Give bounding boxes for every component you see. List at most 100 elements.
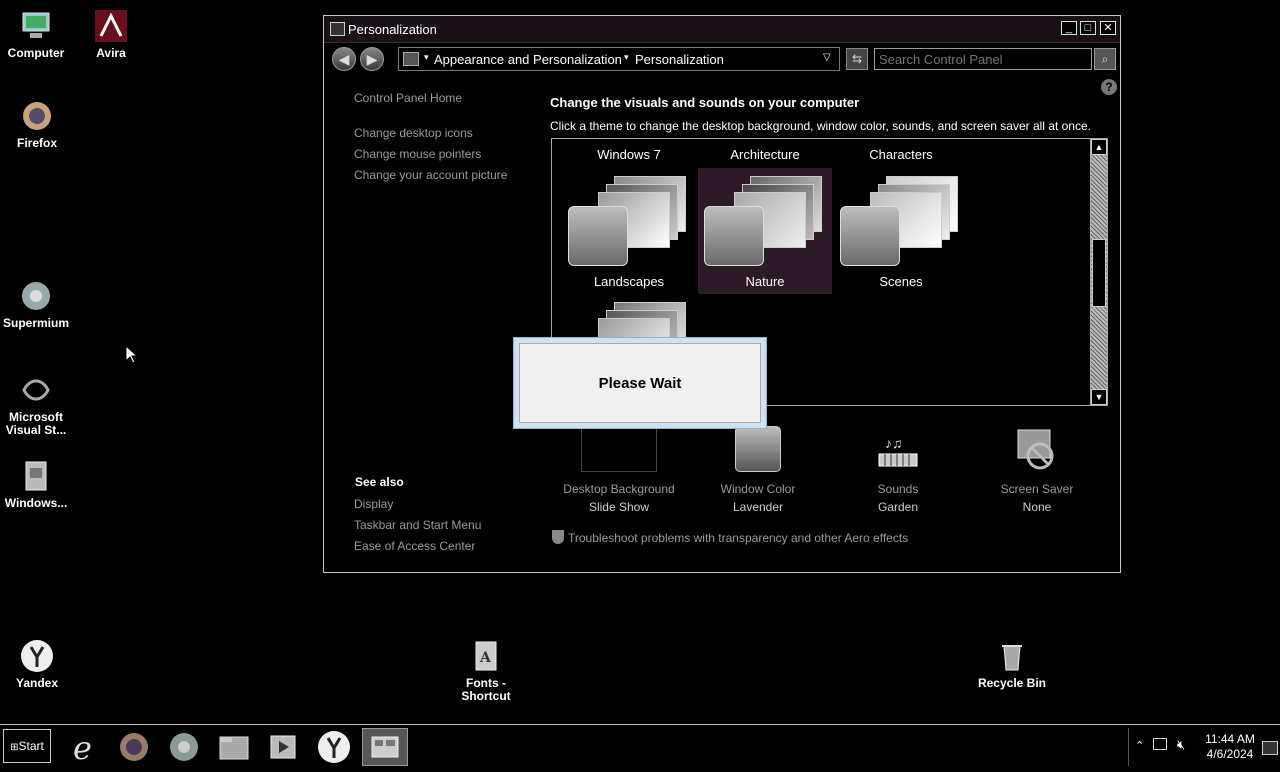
customize-title: Screen Saver [1000, 482, 1074, 496]
avira-icon [93, 8, 129, 44]
search-icon[interactable]: ⌕ [1094, 48, 1116, 70]
taskbar-firefox[interactable] [115, 728, 153, 766]
change-mouse-pointers-link[interactable]: Change mouse pointers [354, 147, 481, 161]
theme-landscapes[interactable]: Landscapes [562, 168, 696, 294]
close-button[interactable]: ✕ [1100, 21, 1116, 35]
please-wait-text: Please Wait [519, 343, 761, 423]
theme-name: Landscapes [593, 274, 665, 289]
sounds-button[interactable]: ♪♫ Sounds Garden [838, 426, 958, 516]
desktop-icon-fonts-shortcut[interactable]: A Fonts - Shortcut [448, 638, 524, 703]
taskbar-media-player[interactable] [264, 728, 302, 766]
control-panel-app-icon [330, 22, 345, 36]
taskbar-supermium[interactable] [165, 728, 203, 766]
fonts-folder-icon: A [468, 638, 504, 674]
address-row: ◀ ▶ ▾ Appearance and Personalization ▾ P… [324, 43, 1120, 75]
ease-of-access-link[interactable]: Ease of Access Center [354, 539, 475, 553]
theme-group-characters[interactable]: Characters [841, 147, 961, 162]
show-desktop-button[interactable] [1262, 741, 1278, 755]
sounds-icon: ♪♫ [875, 426, 921, 472]
network-icon[interactable] [1153, 738, 1167, 750]
breadcrumb-personalization[interactable]: Personalization [635, 52, 724, 67]
desktop-icon-label: Firefox [16, 136, 57, 150]
desktop-background-button[interactable]: Desktop Background Slide Show [559, 426, 679, 516]
windows-logo-icon: ⊞ [10, 742, 19, 753]
please-wait-dialog: Please Wait [513, 337, 767, 429]
forward-button[interactable]: ▶ [360, 47, 384, 71]
customize-value: Garden [877, 500, 919, 514]
taskbar-file-explorer[interactable] [215, 728, 253, 766]
control-panel-icon [371, 736, 399, 758]
refresh-button[interactable]: ⇆ [846, 48, 868, 70]
show-hidden-icons-icon[interactable]: ⌃ [1135, 739, 1144, 752]
taskbar-internet-explorer[interactable]: e [66, 728, 104, 767]
file-explorer-icon [219, 736, 249, 760]
change-account-picture-link[interactable]: Change your account picture [354, 168, 507, 182]
window-titlebar[interactable]: Personalization _ □ ✕ [324, 16, 1120, 43]
scroll-down-icon[interactable]: ▼ [1091, 389, 1107, 405]
customize-value: Slide Show [588, 500, 650, 514]
back-button[interactable]: ◀ [332, 47, 356, 71]
control-panel-icon [403, 52, 419, 66]
supermium-icon [170, 733, 198, 761]
media-player-icon [270, 735, 296, 759]
start-button[interactable]: ⊞Start [3, 729, 51, 763]
scroll-up-icon[interactable]: ▲ [1091, 139, 1107, 155]
clock-time: 11:44 AM [1205, 732, 1255, 746]
desktop-icon-label: Recycle Bin [977, 676, 1047, 690]
page-heading: Change the visuals and sounds on your co… [550, 95, 860, 110]
firefox-icon [19, 98, 55, 134]
computer-icon [18, 8, 54, 44]
screen-saver-button[interactable]: Screen Saver None [977, 426, 1097, 516]
display-link[interactable]: Display [354, 497, 393, 511]
control-panel-home-link[interactable]: Control Panel Home [354, 91, 462, 105]
breadcrumb-separator-icon: ▾ [624, 52, 629, 62]
desktop-icon-windows[interactable]: Windows... [0, 458, 74, 510]
customize-value: Lavender [732, 500, 784, 514]
breadcrumb-appearance[interactable]: Appearance and Personalization [434, 52, 622, 67]
theme-scenes[interactable]: Scenes [834, 168, 968, 294]
minimize-button[interactable]: _ [1061, 21, 1077, 35]
customize-title: Window Color [720, 482, 796, 496]
window-color-button[interactable]: Window Color Lavender [698, 426, 818, 516]
firefox-icon [120, 733, 148, 761]
customize-title: Desktop Background [563, 482, 675, 496]
desktop-icon-label: Yandex [15, 676, 59, 690]
clock-date: 4/6/2024 [1206, 747, 1254, 761]
clock[interactable]: 11:44 AM 4/6/2024 [1199, 732, 1261, 762]
theme-nature[interactable]: Nature [698, 168, 832, 294]
search-input[interactable] [874, 48, 1092, 70]
desktop-icon-firefox[interactable]: Firefox [0, 98, 75, 150]
desktop-icon-yandex[interactable]: Yandex [0, 638, 75, 690]
change-desktop-icons-link[interactable]: Change desktop icons [354, 126, 473, 140]
address-bar[interactable]: ▾ Appearance and Personalization ▾ Perso… [398, 47, 840, 71]
shield-icon [552, 530, 564, 544]
window-title: Personalization [348, 22, 437, 37]
volume-muted-icon[interactable]: 🔇︎ [1177, 737, 1185, 753]
mouse-cursor-icon [125, 345, 137, 364]
theme-group-windows7[interactable]: Windows 7 [569, 147, 689, 162]
scroll-thumb[interactable] [1092, 239, 1106, 307]
supermium-icon [18, 278, 54, 314]
desktop-icon-recycle-bin[interactable]: Recycle Bin [974, 638, 1050, 690]
address-dropdown-icon[interactable]: ▽ [823, 52, 831, 63]
theme-color-swatch [568, 206, 628, 266]
taskbar-control-panel[interactable] [362, 728, 408, 766]
desktop-icon-supermium[interactable]: Supermium [0, 278, 74, 330]
theme-list-scrollbar[interactable]: ▲ ▼ [1090, 139, 1107, 405]
maximize-button[interactable]: □ [1080, 21, 1096, 35]
recycle-bin-icon [994, 638, 1030, 674]
desktop-icon-label: Supermium [2, 316, 69, 330]
theme-group-architecture[interactable]: Architecture [705, 147, 825, 162]
taskbar-start-menu-link[interactable]: Taskbar and Start Menu [354, 518, 481, 532]
desktop-icon-avira[interactable]: Avira [73, 8, 149, 60]
internet-explorer-icon: e [73, 729, 92, 767]
theme-name: Scenes [879, 274, 923, 289]
taskbar-yandex[interactable] [315, 728, 353, 766]
desktop-icon-label: Computer [7, 46, 65, 60]
desktop-icon-visual-studio[interactable]: Microsoft Visual St... [0, 372, 74, 437]
help-icon[interactable]: ? [1101, 79, 1117, 95]
see-also-title: See also [355, 475, 404, 489]
troubleshoot-link[interactable]: Troubleshoot problems with transparency … [552, 530, 908, 545]
theme-color-swatch [840, 206, 900, 266]
desktop-icon-computer[interactable]: Computer [0, 8, 74, 60]
